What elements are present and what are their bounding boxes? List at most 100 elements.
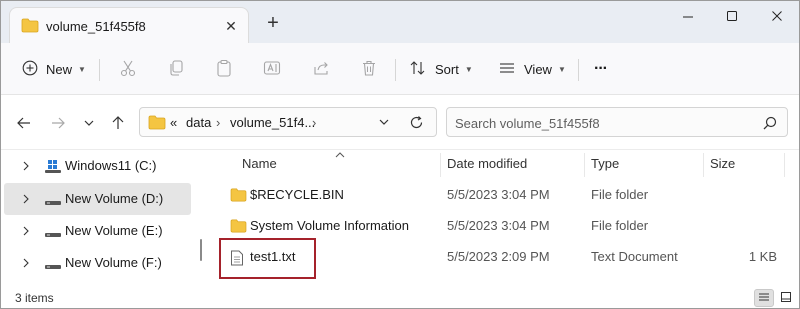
view-button[interactable]: View ▼: [498, 56, 566, 82]
sort-button[interactable]: Sort ▼: [409, 56, 473, 82]
rename-button[interactable]: [263, 56, 281, 82]
file-date: 5/5/2023 3:04 PM: [447, 218, 550, 233]
refresh-button[interactable]: [405, 113, 427, 135]
chevron-down-icon: ▼: [78, 64, 86, 74]
drive-icon: [45, 257, 61, 274]
breadcrumb-overflow[interactable]: «: [170, 115, 177, 130]
sidebar-scrollbar[interactable]: [200, 239, 202, 261]
sort-label: Sort: [435, 61, 459, 77]
search-icon[interactable]: [763, 116, 777, 133]
minimize-button[interactable]: [673, 7, 703, 29]
delete-button[interactable]: [360, 56, 378, 82]
recent-locations-button[interactable]: [79, 114, 99, 134]
file-type: File folder: [591, 187, 649, 202]
close-button[interactable]: [762, 7, 792, 29]
highlight-annotation-box: [219, 238, 316, 279]
tab-close-icon[interactable]: ✕: [222, 17, 240, 35]
tab-volume[interactable]: volume_51f455f8 ✕: [9, 7, 249, 43]
column-divider[interactable]: [584, 153, 585, 177]
breadcrumb-separator: ›: [216, 115, 221, 130]
back-button[interactable]: [14, 114, 34, 134]
column-divider[interactable]: [703, 153, 704, 177]
chevron-right-icon[interactable]: [21, 257, 31, 272]
tiles-view-icon: [780, 291, 792, 306]
chevron-right-icon[interactable]: [21, 225, 31, 240]
sidebar-item-label: New Volume (F:): [65, 255, 162, 270]
scissors-icon: [119, 59, 137, 80]
column-header-type[interactable]: Type: [591, 156, 619, 171]
new-button[interactable]: New ▼: [22, 56, 86, 82]
column-divider[interactable]: [784, 153, 785, 177]
clipboard-icon: [215, 59, 233, 80]
column-header-date[interactable]: Date modified: [447, 156, 527, 171]
address-row: « data › volume_51f4... ›: [1, 95, 799, 150]
arrow-right-icon: [50, 115, 66, 134]
sidebar-item-label: New Volume (D:): [65, 191, 164, 206]
folder-icon: [148, 115, 166, 133]
folder-icon: [21, 18, 39, 36]
column-header-name[interactable]: Name: [242, 156, 277, 171]
rename-icon: [263, 59, 281, 80]
command-bar: New ▼ Sort ▼ View ▼ ···: [1, 43, 799, 95]
divider: [578, 59, 579, 81]
file-explorer-window: volume_51f455f8 ✕ + New ▼ Sort ▼ View ▼ …: [0, 0, 800, 309]
breadcrumb-separator[interactable]: ›: [312, 115, 316, 130]
share-icon: [312, 59, 330, 80]
sidebar-item-new-volume-d[interactable]: New Volume (D:): [4, 183, 191, 215]
folder-icon: [230, 219, 247, 236]
file-name: System Volume Information: [250, 218, 409, 233]
sidebar-item-windows11-c[interactable]: Windows11 (C:): [4, 150, 191, 182]
sidebar-item-label: Windows11 (C:): [65, 158, 157, 173]
tiles-view-button[interactable]: [776, 289, 796, 307]
chevron-right-icon[interactable]: [21, 160, 31, 175]
status-bar: 3 items: [1, 286, 799, 308]
cut-button[interactable]: [119, 56, 137, 82]
plus-circle-icon: [22, 60, 38, 79]
sidebar-item-new-volume-e[interactable]: New Volume (E:): [4, 215, 191, 247]
view-list-icon: [498, 59, 516, 80]
new-label: New: [46, 61, 73, 77]
navigation-pane: Windows11 (C:) New Volume (D:) New Volum…: [1, 150, 206, 286]
sidebar-item-label: New Volume (E:): [65, 223, 163, 238]
new-tab-button[interactable]: +: [263, 13, 283, 34]
table-row[interactable]: $RECYCLE.BIN 5/5/2023 3:04 PM File folde…: [216, 180, 796, 211]
tab-title: volume_51f455f8: [46, 19, 146, 34]
refresh-icon: [409, 115, 424, 133]
chevron-right-icon[interactable]: [21, 193, 31, 208]
file-name: $RECYCLE.BIN: [250, 187, 344, 202]
sidebar-item-new-volume-f[interactable]: New Volume (F:): [4, 247, 191, 279]
maximize-button[interactable]: [717, 7, 747, 29]
windows-drive-icon: [45, 160, 61, 177]
file-size: 1 KB: [748, 249, 777, 264]
sort-ascending-icon: [334, 148, 346, 162]
file-date: 5/5/2023 2:09 PM: [447, 249, 550, 264]
chevron-down-icon: ▼: [464, 64, 473, 74]
arrow-up-icon: [110, 115, 126, 134]
chevron-down-icon: [83, 117, 95, 132]
details-view-button[interactable]: [754, 289, 774, 307]
search-input[interactable]: [455, 114, 745, 132]
breadcrumb-data[interactable]: data: [186, 115, 211, 130]
chevron-down-icon[interactable]: [378, 116, 390, 131]
column-divider[interactable]: [440, 153, 441, 177]
search-box[interactable]: [446, 107, 788, 137]
paste-button[interactable]: [215, 56, 233, 82]
breadcrumb-volume[interactable]: volume_51f4...: [230, 115, 315, 130]
file-date: 5/5/2023 3:04 PM: [447, 187, 550, 202]
divider: [395, 59, 396, 81]
title-bar: volume_51f455f8 ✕ +: [1, 1, 799, 43]
copy-icon: [167, 59, 185, 80]
column-header-size[interactable]: Size: [710, 156, 735, 171]
chevron-down-icon: ▼: [557, 64, 566, 74]
details-view-icon: [758, 291, 770, 306]
item-count: 3 items: [15, 291, 54, 305]
folder-icon: [230, 188, 247, 205]
more-options-button[interactable]: ···: [594, 56, 608, 82]
up-button[interactable]: [108, 114, 128, 134]
copy-button[interactable]: [167, 56, 185, 82]
drive-icon: [45, 225, 61, 242]
share-button[interactable]: [312, 56, 330, 82]
address-bar[interactable]: « data › volume_51f4... ›: [139, 107, 437, 137]
view-label: View: [524, 61, 552, 77]
forward-button[interactable]: [48, 114, 68, 134]
